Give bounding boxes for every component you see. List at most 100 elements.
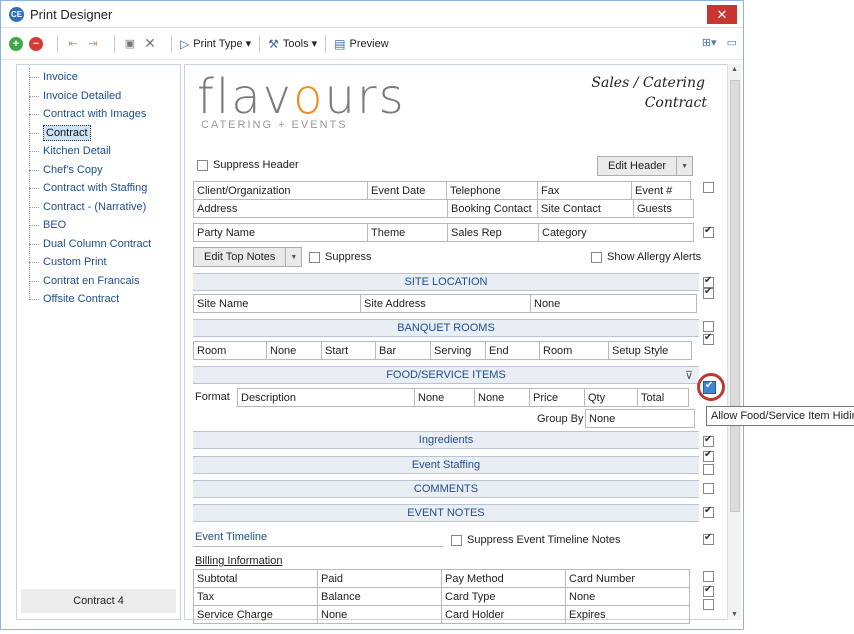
section-visibility-checkbox[interactable]	[703, 464, 714, 475]
table-cell[interactable]: Description	[237, 388, 415, 407]
vertical-scrollbar[interactable]: ▲ ▼	[727, 64, 741, 620]
delete-icon[interactable]: ✕	[143, 35, 157, 51]
section-visibility-checkbox[interactable]	[703, 599, 714, 610]
scroll-down-icon[interactable]: ▼	[731, 611, 738, 618]
edit-top-notes-button[interactable]: Edit Top Notes ▼	[193, 247, 303, 267]
section-visibility-checkbox[interactable]	[703, 332, 714, 345]
edit-header-button[interactable]: Edit Header ▼	[597, 156, 694, 176]
tree-item[interactable]: Chef's Copy	[17, 161, 180, 180]
table-cell[interactable]: Room	[539, 341, 609, 360]
table-cell[interactable]: Category	[538, 223, 694, 242]
table-cell[interactable]: Bar	[375, 341, 431, 360]
checkbox-box[interactable]	[451, 534, 462, 546]
tree-item[interactable]: Offsite Contract	[17, 290, 180, 309]
section-banquet-rooms[interactable]: BANQUET ROOMS	[193, 319, 699, 337]
table-cell[interactable]: Qty	[584, 388, 638, 407]
table-cell[interactable]: Address	[193, 199, 448, 218]
scroll-up-icon[interactable]: ▲	[731, 66, 738, 73]
tree-item[interactable]: BEO	[17, 216, 180, 235]
table-cell[interactable]: Theme	[367, 223, 448, 242]
section-event-notes[interactable]: EVENT NOTES	[193, 504, 699, 522]
table-cell[interactable]: Card Holder	[441, 605, 566, 624]
table-cell[interactable]: Serving	[430, 341, 486, 360]
table-cell[interactable]: Site Name	[193, 294, 361, 313]
table-cell[interactable]: None	[565, 587, 690, 606]
add-icon[interactable]: +	[9, 36, 23, 51]
table-cell[interactable]: Paid	[317, 569, 442, 588]
section-visibility-checkbox[interactable]	[703, 225, 714, 238]
section-visibility-checkbox[interactable]	[703, 532, 714, 545]
table-cell[interactable]: Fax	[537, 181, 632, 200]
table-cell[interactable]: None	[317, 605, 442, 624]
table-cell[interactable]: Telephone	[446, 181, 538, 200]
remove-icon[interactable]: −	[29, 36, 43, 51]
table-cell[interactable]: None	[530, 294, 697, 313]
tree-item[interactable]: Invoice	[17, 68, 180, 87]
section-comments[interactable]: COMMENTS	[193, 480, 699, 498]
filter-icon[interactable]: ⊽	[685, 369, 693, 382]
close-button[interactable]: ✕	[707, 5, 737, 24]
table-cell[interactable]: Start	[321, 341, 376, 360]
tree-item[interactable]: Contract with Staffing	[17, 179, 180, 198]
allow-food-hiding-checkbox[interactable]	[703, 380, 716, 394]
save-icon[interactable]: ▣	[123, 37, 137, 51]
print-type-button[interactable]: ▷ Print Type ▾	[180, 37, 251, 51]
checkbox-box[interactable]	[591, 251, 602, 263]
tree-item[interactable]: Custom Print	[17, 253, 180, 272]
table-cell[interactable]: Site Contact	[537, 199, 634, 218]
table-cell[interactable]: Subtotal	[193, 569, 318, 588]
panel-icon[interactable]: ▭	[727, 36, 737, 49]
table-cell[interactable]: Tax	[193, 587, 318, 606]
section-visibility-checkbox[interactable]	[703, 434, 714, 447]
section-visibility-checkbox[interactable]	[703, 286, 714, 299]
table-cell[interactable]: Balance	[317, 587, 442, 606]
section-visibility-checkbox[interactable]	[703, 483, 714, 494]
table-cell[interactable]: None	[474, 388, 530, 407]
scroll-thumb[interactable]	[730, 80, 740, 512]
table-cell[interactable]: Guests	[633, 199, 694, 218]
table-cell[interactable]: Card Number	[565, 569, 690, 588]
table-cell[interactable]: Room	[193, 341, 267, 360]
table-cell[interactable]: Pay Method	[441, 569, 566, 588]
table-cell[interactable]: Party Name	[193, 223, 368, 242]
layout-icon[interactable]: ⊞▾	[702, 36, 717, 49]
table-cell[interactable]: Expires	[565, 605, 690, 624]
tools-button[interactable]: ⚒ Tools ▾	[268, 37, 317, 51]
table-cell[interactable]: Card Type	[441, 587, 566, 606]
tree-item[interactable]: Invoice Detailed	[17, 87, 180, 106]
table-cell[interactable]: Total	[637, 388, 689, 407]
tree-item[interactable]: Kitchen Detail	[17, 142, 180, 161]
table-cell[interactable]: Client/Organization	[193, 181, 368, 200]
tree-item[interactable]: Contract with Images	[17, 105, 180, 124]
table-cell[interactable]: None	[266, 341, 322, 360]
tree-item[interactable]: Contract - (Narrative)	[17, 198, 180, 217]
tree-item[interactable]: Contrat en Francais	[17, 272, 180, 291]
chevron-down-icon[interactable]: ▼	[676, 157, 692, 175]
indent-icon[interactable]: ⇥	[86, 37, 100, 51]
preview-button[interactable]: ▤ Preview	[334, 37, 388, 51]
section-event-staffing[interactable]: Event Staffing	[193, 456, 699, 474]
section-visibility-checkbox[interactable]	[703, 321, 714, 332]
table-cell[interactable]: Event Date	[367, 181, 447, 200]
section-visibility-checkbox[interactable]	[703, 182, 714, 193]
show-allergy-alerts-checkbox[interactable]: Show Allergy Alerts	[591, 251, 701, 263]
section-food-service-items[interactable]: FOOD/SERVICE ITEMS	[193, 366, 699, 384]
section-site-location[interactable]: SITE LOCATION	[193, 273, 699, 291]
section-ingredients[interactable]: Ingredients	[193, 431, 699, 449]
checkbox-box[interactable]	[309, 251, 320, 263]
outdent-icon[interactable]: ⇤	[66, 37, 80, 51]
section-visibility-checkbox[interactable]	[703, 584, 714, 597]
checkbox-box[interactable]	[197, 159, 208, 171]
table-cell[interactable]: Price	[529, 388, 585, 407]
table-cell[interactable]: None	[414, 388, 475, 407]
section-visibility-checkbox[interactable]	[703, 571, 714, 582]
chevron-down-icon[interactable]: ▼	[285, 248, 301, 266]
suppress-header-checkbox[interactable]: Suppress Header	[197, 159, 299, 171]
table-cell[interactable]: Service Charge	[193, 605, 318, 624]
table-cell[interactable]: Booking Contact	[447, 199, 538, 218]
table-cell[interactable]: End	[485, 341, 540, 360]
section-visibility-checkbox[interactable]	[703, 505, 714, 518]
tree-item[interactable]: Dual Column Contract	[17, 235, 180, 254]
suppress-checkbox[interactable]: Suppress	[309, 251, 371, 263]
table-cell[interactable]: Setup Style	[608, 341, 692, 360]
